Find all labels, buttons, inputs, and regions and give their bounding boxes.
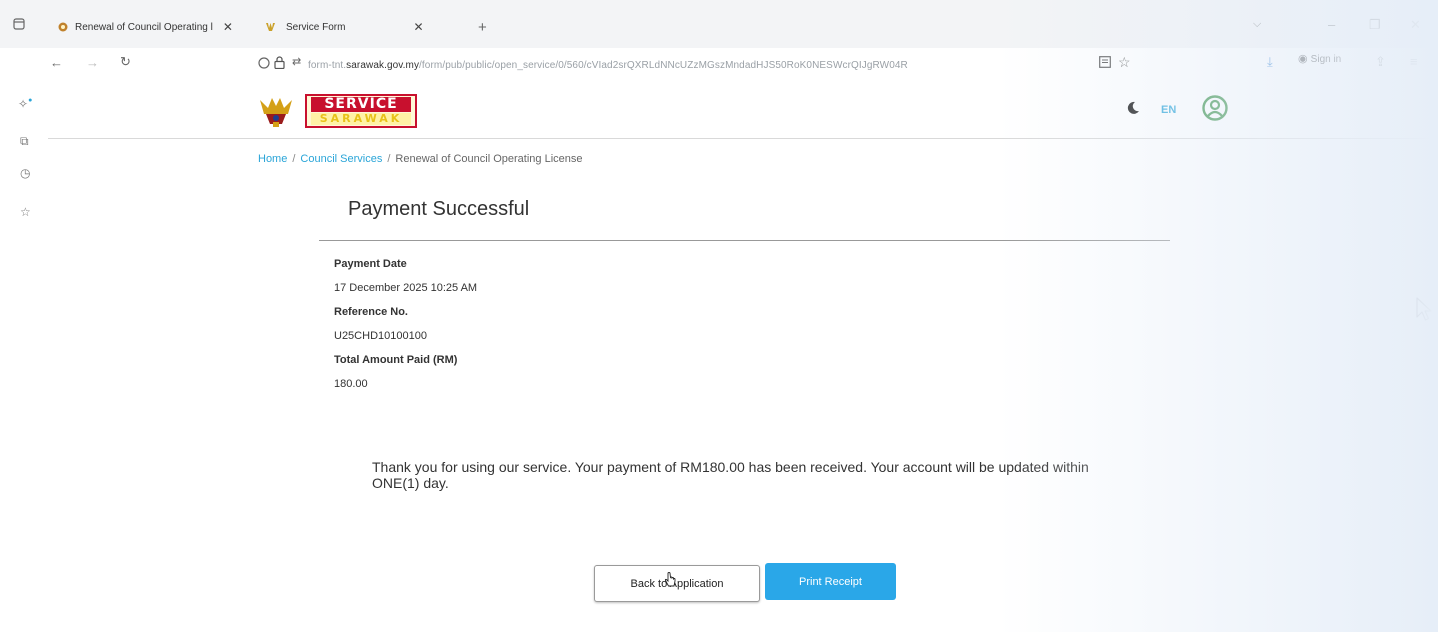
- extensions-icon[interactable]: ⇪: [1375, 55, 1386, 68]
- breadcrumb-home[interactable]: Home: [258, 153, 287, 165]
- chevron-down-icon[interactable]: ⌵: [1253, 19, 1261, 30]
- reader-view-icon[interactable]: [1099, 56, 1111, 70]
- reference-no-value: U25CHD10100100: [334, 330, 427, 342]
- tab-list-icon[interactable]: [13, 18, 25, 32]
- tab-favicon-icon: [266, 22, 275, 32]
- dark-mode-moon-icon[interactable]: [1126, 101, 1140, 117]
- download-icon[interactable]: ⤓: [1267, 55, 1273, 68]
- url-domain: sarawak.gov.my: [346, 60, 420, 71]
- shield-icon[interactable]: [258, 57, 270, 71]
- service-sarawak-logo[interactable]: SERVICE SARAWAK: [305, 94, 417, 128]
- bookmark-star-icon[interactable]: ☆: [1118, 55, 1131, 69]
- sarawak-crest-icon[interactable]: [258, 94, 294, 128]
- url-bar[interactable]: form-tnt.sarawak.gov.my/form/pub/public/…: [308, 60, 908, 71]
- back-to-application-button[interactable]: Back to Application: [594, 565, 760, 602]
- menu-icon[interactable]: ≡: [1410, 55, 1418, 68]
- tab-service-form[interactable]: Service Form ✕: [266, 14, 424, 40]
- print-receipt-button[interactable]: Print Receipt: [765, 563, 896, 600]
- confirmation-message: Thank you for using our service. Your pa…: [372, 459, 1089, 491]
- breadcrumb: Home / Council Services / Renewal of Council…: [258, 153, 583, 165]
- lock-icon[interactable]: [274, 56, 285, 71]
- minimize-icon[interactable]: –: [1328, 18, 1335, 31]
- reference-no-label: Reference No.: [334, 306, 408, 318]
- back-arrow-icon[interactable]: ←: [50, 56, 63, 69]
- url-prefix: form-tnt.: [308, 60, 347, 71]
- breadcrumb-separator: /: [292, 153, 296, 165]
- sign-in-label: Sign in: [1310, 54, 1342, 65]
- payment-date-label: Payment Date: [334, 258, 407, 270]
- site-header: [48, 84, 1438, 139]
- bookmarks-star-icon[interactable]: ☆: [20, 205, 31, 219]
- sign-in-button[interactable]: ◉ Sign in: [1298, 54, 1341, 65]
- page-title: Payment Successful: [348, 198, 530, 220]
- tab-close-icon[interactable]: ✕: [223, 20, 233, 34]
- breadcrumb-council-services[interactable]: Council Services: [300, 153, 382, 165]
- payment-date-value: 17 December 2025 10:25 AM: [334, 282, 478, 294]
- close-window-icon[interactable]: ✕: [1410, 18, 1421, 31]
- amount-paid-value: 180.00: [334, 378, 368, 390]
- breadcrumb-separator: /: [387, 153, 391, 165]
- tab-label: Renewal of Council Operating l: [75, 21, 213, 33]
- divider: [319, 240, 1170, 241]
- url-path: /form/pub/public/open_service/0/560/cVIa…: [419, 60, 908, 71]
- restore-icon[interactable]: ❐: [1369, 18, 1381, 31]
- user-profile-icon[interactable]: [1202, 95, 1228, 123]
- arrow-cursor-icon: [1415, 296, 1433, 327]
- language-toggle[interactable]: EN: [1161, 104, 1176, 116]
- account-icon: ◉: [1298, 53, 1308, 65]
- tab-close-icon[interactable]: ✕: [413, 20, 423, 34]
- payment-details: Payment Date 17 December 2025 10:25 AM R…: [334, 256, 477, 400]
- breadcrumb-current: Renewal of Council Operating License: [395, 153, 583, 165]
- new-tab-icon[interactable]: +: [478, 20, 487, 35]
- history-clock-icon[interactable]: ◷: [20, 166, 30, 180]
- permissions-icon[interactable]: ⇄: [292, 57, 301, 68]
- hand-cursor-icon: [664, 572, 676, 593]
- amount-paid-label: Total Amount Paid (RM): [334, 354, 458, 366]
- tab-label: Service Form: [286, 21, 346, 33]
- logo-top-text: SERVICE: [311, 97, 411, 112]
- tab-renewal[interactable]: Renewal of Council Operating l ✕: [58, 14, 233, 40]
- browser-window: Renewal of Council Operating l ✕ Service…: [0, 0, 1438, 632]
- reload-icon[interactable]: ↻: [120, 55, 131, 68]
- logo-bottom-text: SARAWAK: [311, 113, 411, 125]
- tab-favicon-icon: [58, 22, 68, 32]
- synced-tabs-icon[interactable]: ⧉: [20, 134, 29, 149]
- forward-arrow-icon[interactable]: →: [86, 56, 99, 69]
- ai-sparkle-icon[interactable]: ✧●: [18, 97, 32, 111]
